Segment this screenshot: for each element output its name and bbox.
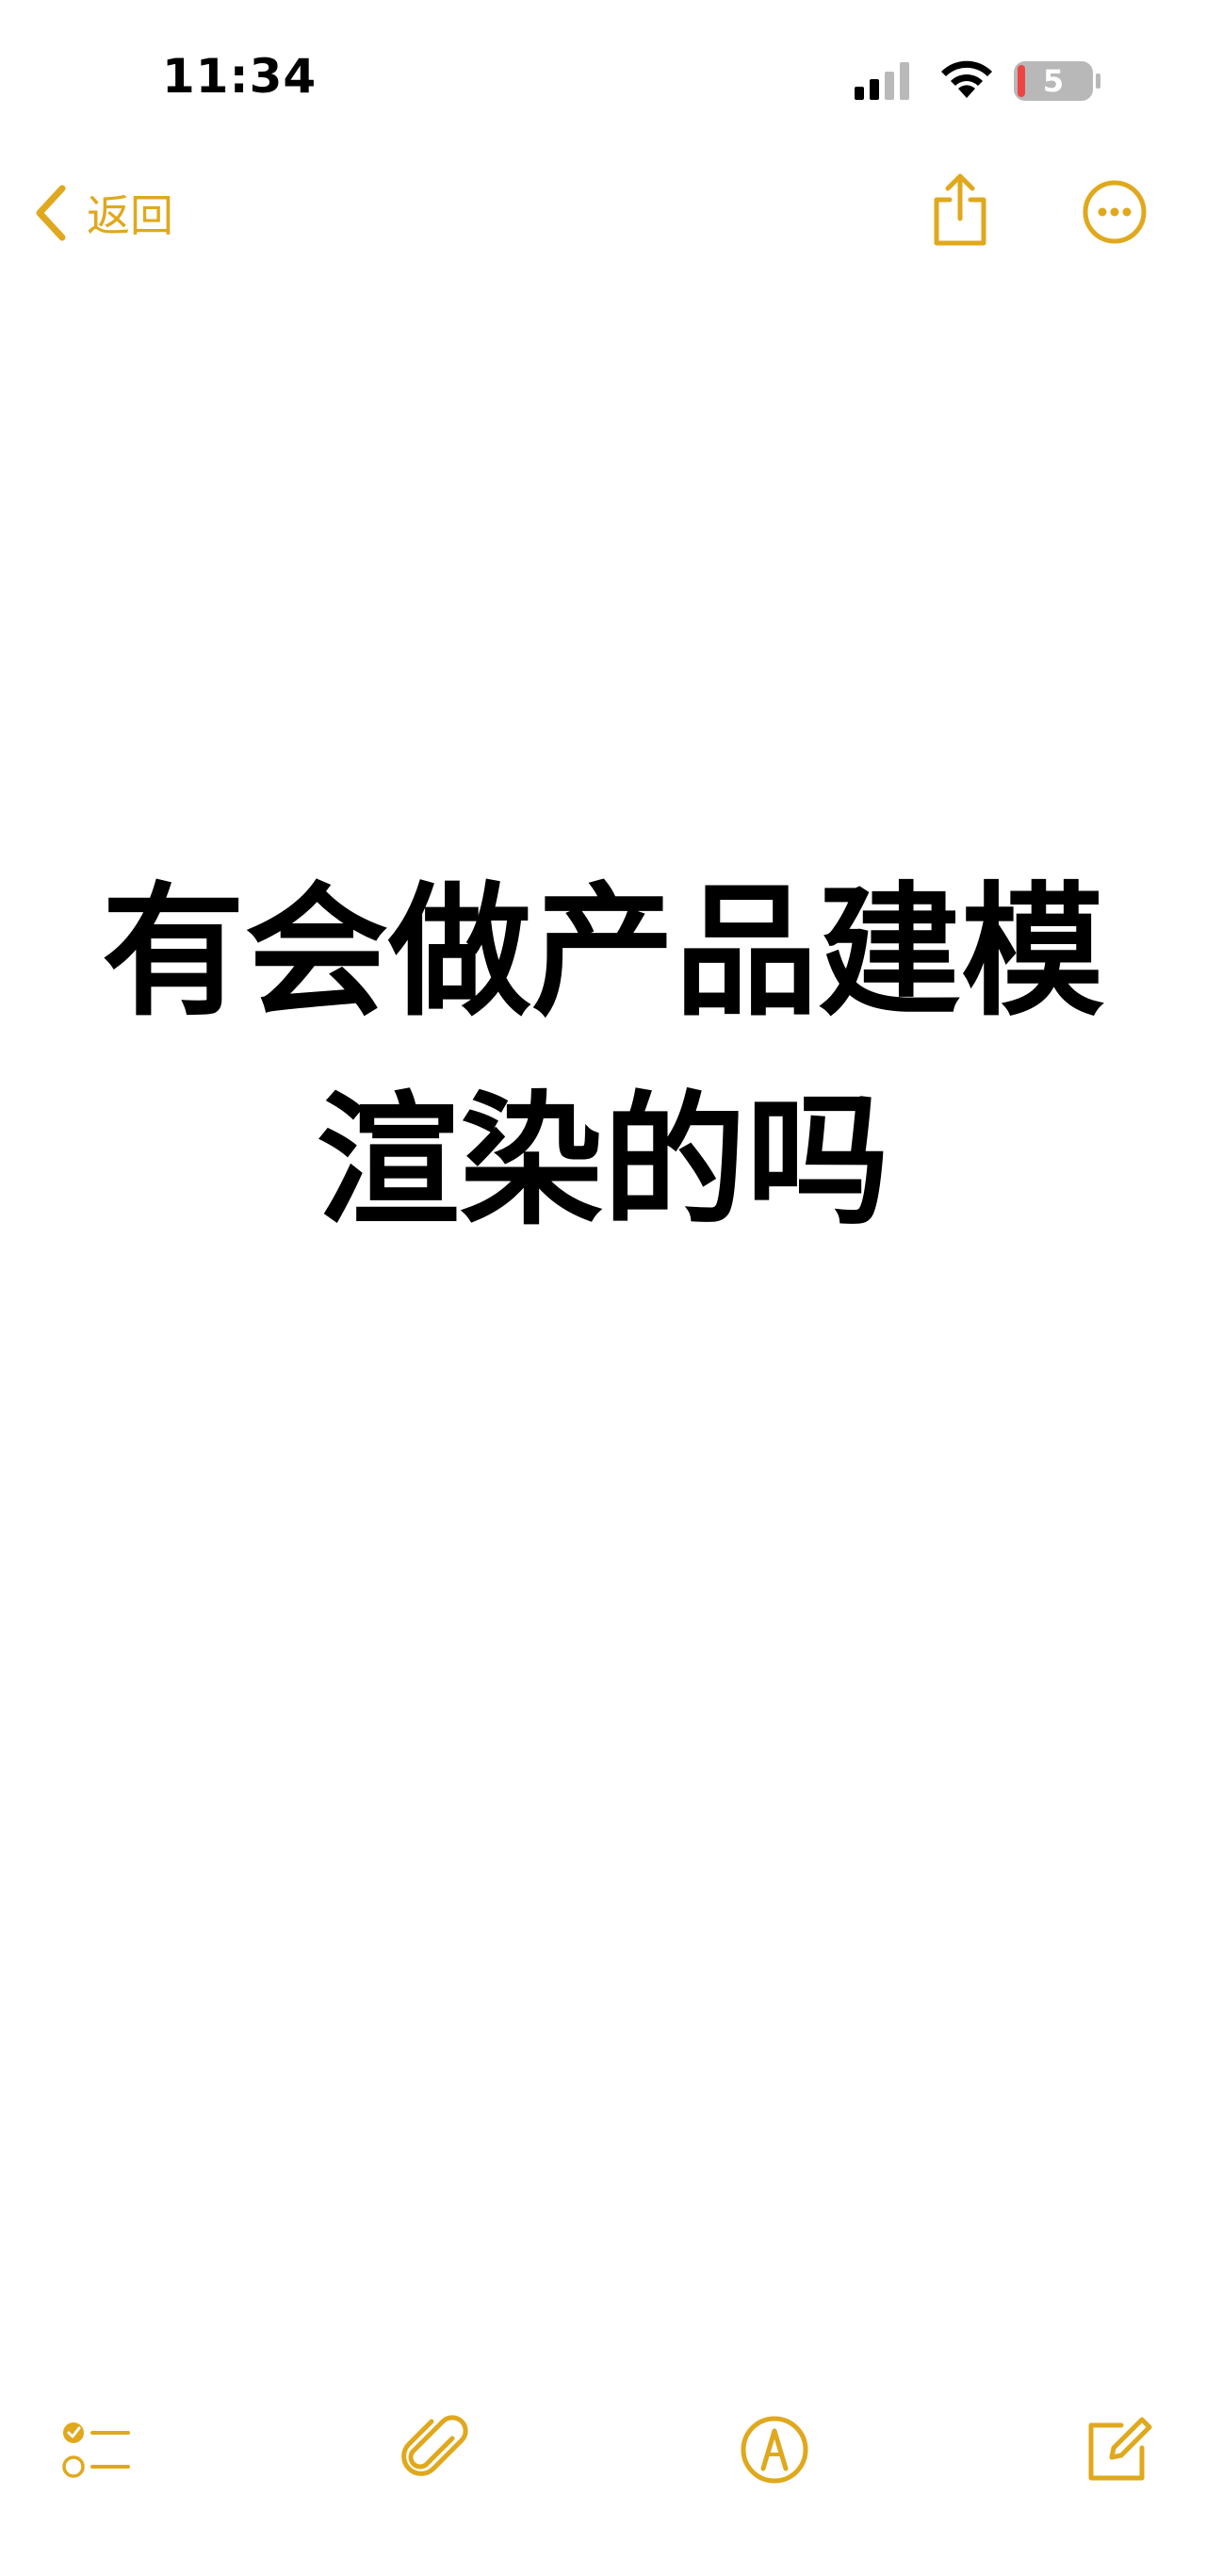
markup-pen-icon[interactable] bbox=[737, 2412, 812, 2487]
status-time: 11:34 bbox=[162, 49, 318, 104]
note-line-1: 有会做产品建模 bbox=[102, 869, 1104, 1035]
note-line-2: 渲染的吗 bbox=[317, 1078, 889, 1245]
checklist-icon[interactable] bbox=[58, 2412, 134, 2487]
back-button[interactable]: 返回 bbox=[32, 179, 173, 247]
note-body[interactable]: 有会做产品建模 渲染的吗 bbox=[57, 848, 1149, 1266]
compose-icon[interactable] bbox=[1080, 2412, 1155, 2487]
cellular-signal-icon bbox=[855, 62, 909, 100]
back-label: 返回 bbox=[87, 190, 173, 241]
more-icon[interactable] bbox=[1082, 179, 1148, 245]
chevron-left-icon bbox=[36, 185, 66, 241]
paperclip-icon[interactable] bbox=[399, 2412, 475, 2487]
wifi-icon bbox=[941, 60, 992, 98]
status-bar: 11:34 5 bbox=[0, 0, 1206, 160]
battery-icon: 5 bbox=[1013, 60, 1101, 102]
share-icon[interactable] bbox=[929, 171, 991, 247]
bottom-toolbar bbox=[0, 2412, 1206, 2506]
battery-level: 5 bbox=[1042, 63, 1065, 99]
